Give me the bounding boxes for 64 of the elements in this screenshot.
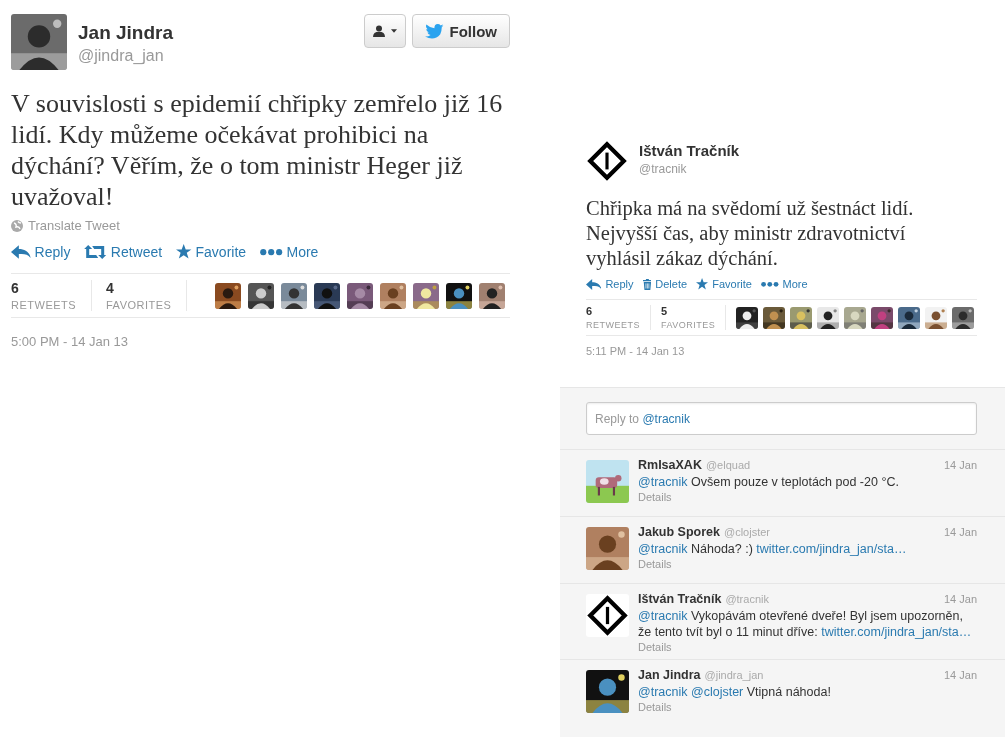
translate-link[interactable]: Translate Tweet: [28, 218, 120, 233]
more-dots-icon: [760, 280, 779, 288]
reply-date[interactable]: 14 Jan: [943, 526, 977, 539]
url-link[interactable]: twitter.com/jindra_jan/sta…: [821, 625, 972, 640]
tweet-text: Chřipka má na svědomí už šestnáct lidí. Nejvyšší čas, aby ministr zdravotnictví vyhlásil zákaz dýchání.: [586, 196, 915, 271]
stat-count[interactable]: 5: [661, 305, 715, 318]
tweet-timestamp[interactable]: 5:11 PM - 14 Jan 13: [586, 345, 977, 358]
user-menu-button[interactable]: [364, 14, 406, 48]
star-icon: [696, 278, 709, 291]
details-link[interactable]: Details: [638, 641, 977, 654]
author-name[interactable]: Ištván Tračník: [639, 142, 740, 159]
mention-link[interactable]: @clojster: [691, 685, 744, 700]
reply-arrow-icon: [11, 245, 31, 259]
stat-label[interactable]: FAVORITES: [661, 320, 715, 331]
reply-author-name[interactable]: Ištván Tračník: [638, 592, 722, 607]
stat-count[interactable]: 6: [586, 305, 640, 318]
reply-text: @tracnik @clojster Vtipná náhoda!: [638, 684, 832, 701]
stat-label[interactable]: RETWEETS: [586, 320, 640, 331]
details-link[interactable]: Details: [638, 558, 977, 571]
diamond-logo-icon: [586, 594, 629, 638]
stat-label[interactable]: FAVORITES: [106, 299, 172, 311]
mention-link[interactable]: @tracnik: [638, 685, 688, 700]
url-link[interactable]: twitter.com/jindra_jan/sta…: [756, 542, 907, 557]
details-link[interactable]: Details: [638, 701, 977, 714]
reply-text: @tracnik Náhoda? :) twitter.com/jindra_jan/sta…: [638, 541, 908, 558]
reply-action[interactable]: Reply: [11, 244, 71, 260]
more-action[interactable]: More: [260, 244, 319, 260]
details-link[interactable]: Details: [638, 491, 977, 504]
bird-icon: [425, 23, 444, 39]
author-handle[interactable]: @jindra_jan: [78, 47, 174, 65]
reply-text: @tracnik Ovšem pouze v teplotách pod -20 °C.: [638, 474, 900, 491]
trash-icon: [642, 278, 652, 290]
mention-link[interactable]: @tracnik: [638, 542, 688, 557]
reply-author-name[interactable]: Jan Jindra: [638, 668, 701, 683]
favorite-action[interactable]: Favorite: [696, 278, 752, 291]
more-action[interactable]: More: [760, 278, 808, 291]
stat-label[interactable]: RETWEETS: [11, 299, 77, 311]
tweet-timestamp[interactable]: 5:00 PM - 14 Jan 13: [11, 334, 510, 349]
tweet-text: V souvislosti s epidemií chřipky zemřelo již 16 lidí. Kdy můžeme očekávat prohibici na dýchání? Věřím, že o tom ministr Heger již uvažoval!: [11, 88, 504, 212]
reply-date[interactable]: 14 Jan: [943, 593, 977, 606]
reply-author-name[interactable]: Jakub Sporek: [638, 525, 720, 540]
reply-arrow-icon: [586, 278, 602, 290]
star-icon: [176, 244, 192, 260]
author-handle[interactable]: @tracnik: [639, 162, 740, 176]
delete-action[interactable]: Delete: [642, 278, 688, 291]
mention-link[interactable]: @tracnik: [638, 475, 688, 490]
reply-input-field[interactable]: Reply to @tracnik: [586, 402, 977, 436]
stat-count[interactable]: 4: [106, 280, 172, 296]
globe-icon: [11, 219, 23, 232]
caret-icon: [391, 29, 397, 33]
mention-link[interactable]: @tracnik: [638, 609, 688, 624]
reply-text: @tracnik Vykopávám otevřené dveře! Byl jsem upozorněn, že tento tvít byl o 11 minut dříve: twitter.com/jindra_jan/sta…: [638, 608, 973, 641]
reply-date[interactable]: 14 Jan: [943, 669, 977, 682]
retweet-action[interactable]: Retweet: [84, 244, 163, 260]
reply-author-name[interactable]: RmIsaXAK: [638, 458, 702, 473]
follow-button[interactable]: Follow: [412, 14, 510, 48]
more-dots-icon: [260, 247, 283, 257]
reply-action[interactable]: Reply: [586, 278, 634, 291]
reply-date[interactable]: 14 Jan: [943, 459, 977, 472]
person-icon: [373, 24, 385, 38]
favorite-action[interactable]: Favorite: [176, 244, 247, 260]
retweet-icon: [84, 245, 107, 259]
stat-count[interactable]: 6: [11, 280, 77, 296]
author-name[interactable]: Jan Jindra: [78, 22, 174, 44]
